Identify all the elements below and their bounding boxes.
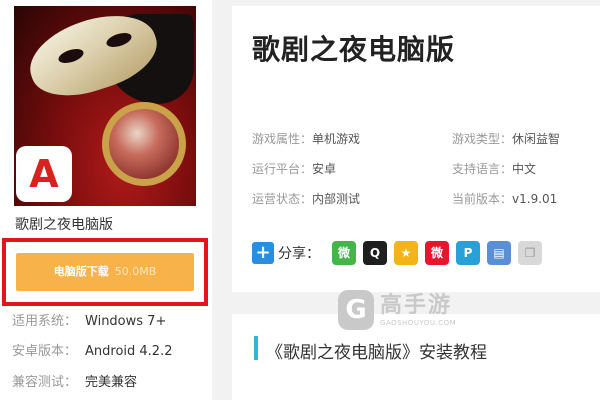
game-icon-image[interactable]: A [14, 6, 196, 206]
info-language: 支持语言：中文 [452, 160, 536, 177]
download-button[interactable]: 电脑版下载 50.0MB [16, 253, 194, 291]
qq-icon[interactable]: Q [363, 241, 387, 265]
info-key: 支持语言： [452, 162, 513, 176]
info-attribute: 游戏属性：单机游戏 [252, 130, 360, 147]
info-key: 游戏类型： [452, 132, 513, 146]
watermark-en: GAOSHOUYOU.COM [380, 319, 457, 327]
app-badge-icon: A [16, 146, 72, 202]
info-value: 内部测试 [312, 192, 361, 206]
meta-system: 适用系统： Windows 7+ [12, 310, 166, 329]
share-label: 分享： [278, 246, 320, 262]
sidebar: A 歌剧之夜电脑版 电脑版下载 50.0MB 适用系统： Windows 7+ 安卓… [0, 0, 212, 400]
meta-value: Android 4.2.2 [85, 344, 173, 359]
section-title: 《歌剧之夜电脑版》安装教程 [266, 343, 487, 363]
meta-android: 安卓版本： Android 4.2.2 [12, 340, 173, 359]
page-title: 歌剧之夜电脑版 [252, 33, 456, 66]
download-highlight-frame: 电脑版下载 50.0MB [2, 238, 208, 306]
section-accent-bar [254, 336, 258, 360]
weibo-icon[interactable]: 微 [425, 241, 449, 265]
watermark-text: 高手游 GAOSHOUYOU.COM [380, 293, 456, 327]
info-value: 单机游戏 [312, 132, 361, 146]
print-icon[interactable]: ▤ [487, 241, 511, 265]
meta-key: 兼容测试： [12, 375, 78, 390]
meta-value: 完美兼容 [85, 375, 138, 390]
meta-compat: 兼容测试： 完美兼容 [12, 371, 137, 390]
info-platform: 运行平台：安卓 [252, 160, 336, 177]
meta-key: 安卓版本： [12, 344, 78, 359]
game-name: 歌剧之夜电脑版 [15, 217, 113, 233]
gaoshouyou-logo-icon: G [338, 290, 374, 330]
info-value: v1.9.01 [512, 192, 558, 206]
info-status: 运营状态：内部测试 [252, 190, 360, 207]
info-key: 运营状态： [252, 192, 313, 206]
download-size: 50.0MB [114, 265, 157, 278]
share-bar: + 分享： 微 Q ★ 微 P ▤ ❐ [252, 240, 549, 266]
magnifying-glass-shape [102, 102, 186, 186]
download-label: 电脑版下载 [53, 265, 109, 278]
game-info-panel: 歌剧之夜电脑版 游戏属性：单机游戏 游戏类型：休闲益智 运行平台：安卓 支持语言… [232, 6, 600, 292]
info-value: 休闲益智 [512, 132, 561, 146]
wechat-icon[interactable]: 微 [332, 241, 356, 265]
qzone-icon[interactable]: ★ [394, 241, 418, 265]
info-key: 运行平台： [252, 162, 313, 176]
info-value: 安卓 [312, 162, 337, 176]
copy-icon[interactable]: ❐ [518, 241, 542, 265]
info-type: 游戏类型：休闲益智 [452, 130, 560, 147]
info-key: 游戏属性： [252, 132, 313, 146]
watermark-cn: 高手游 [380, 293, 453, 318]
meta-key: 适用系统： [12, 314, 78, 329]
info-key: 当前版本： [452, 192, 513, 206]
meta-value: Windows 7+ [85, 314, 167, 329]
tencent-weibo-icon[interactable]: P [456, 241, 480, 265]
gaoshouyou-watermark: G 高手游 GAOSHOUYOU.COM [338, 282, 462, 338]
info-value: 中文 [512, 162, 537, 176]
info-version: 当前版本：v1.9.01 [452, 190, 557, 207]
share-plus-icon[interactable]: + [252, 242, 274, 264]
